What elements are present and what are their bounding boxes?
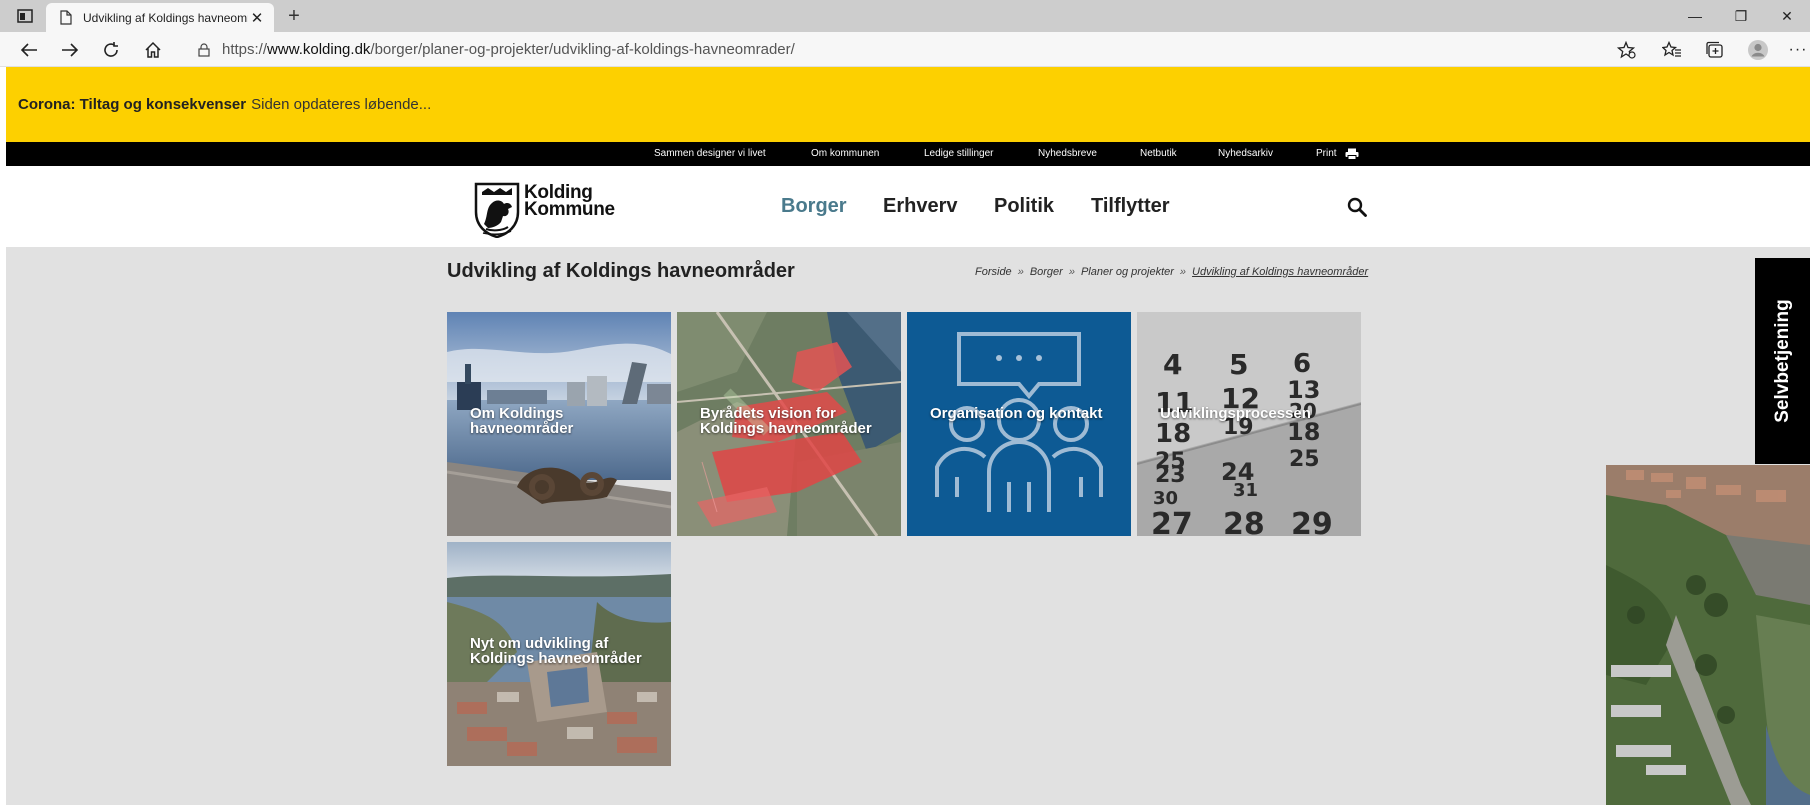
svg-text:18: 18	[1287, 418, 1320, 446]
corona-banner-title: Corona: Tiltag og konsekvenser	[18, 96, 247, 113]
utility-link-netbutik[interactable]: Netbutik	[1140, 142, 1177, 166]
kolding-logo[interactable]: Kolding Kommune	[474, 182, 615, 238]
main-nav-borger[interactable]: Borger	[781, 166, 847, 247]
home-button[interactable]	[138, 35, 168, 65]
favorites-button[interactable]	[1657, 36, 1687, 64]
main-nav-erhverv[interactable]: Erhverv	[883, 166, 958, 247]
svg-text:23: 23	[1155, 463, 1186, 488]
svg-text:28: 28	[1223, 507, 1265, 536]
forward-arrow-icon	[62, 43, 79, 57]
svg-text:25: 25	[1289, 447, 1320, 472]
city-aerial-photo	[1606, 465, 1810, 805]
browser-tab[interactable]: Udvikling af Koldings havneområ ✕	[46, 3, 274, 32]
svg-text:5: 5	[1229, 348, 1248, 381]
tab-title: Udvikling af Koldings havneområ	[83, 10, 248, 25]
search-icon	[1347, 197, 1367, 217]
collections-button[interactable]	[1700, 36, 1730, 64]
address-bar[interactable]: https://www.kolding.dk/borger/planer-og-…	[182, 36, 1602, 63]
more-icon: ···	[1788, 41, 1808, 58]
tab-actions-button[interactable]	[14, 6, 36, 26]
browser-toolbar: https://www.kolding.dk/borger/planer-og-…	[0, 32, 1810, 67]
selvbetjening-label: Selvbetjening	[1771, 299, 1793, 423]
add-favorite-button[interactable]	[1612, 36, 1642, 64]
refresh-icon	[104, 42, 118, 57]
search-button[interactable]	[1345, 195, 1369, 219]
utility-bar: Sammen designer vi livet Om kommunen Led…	[6, 142, 1810, 166]
back-button[interactable]	[14, 35, 44, 65]
page-viewport: Corona: Tiltag og konsekvenser Siden opd…	[6, 67, 1810, 805]
breadcrumb-forside[interactable]: Forside	[975, 266, 1012, 278]
tile-udviklingsprocessen[interactable]: 4 5 6 11 12 13 18 19 20 18 25 24 25 23 3…	[1137, 312, 1361, 536]
svg-text:29: 29	[1291, 507, 1333, 536]
collections-icon	[1706, 41, 1723, 58]
svg-text:27: 27	[1151, 507, 1193, 536]
tile-label: Nyt om udvikling af Koldings havneområde…	[470, 635, 642, 667]
corona-banner-text: Siden opdateres løbende...	[251, 96, 432, 113]
print-label: Print	[1316, 148, 1337, 159]
url-host: www.kolding.dk	[267, 41, 371, 58]
plus-icon: +	[288, 5, 300, 27]
refresh-button[interactable]	[96, 35, 126, 65]
utility-link-ledige-stillinger[interactable]: Ledige stillinger	[924, 142, 994, 166]
close-icon[interactable]: ✕	[248, 9, 266, 27]
breadcrumb-separator-icon: »	[1179, 266, 1187, 278]
svg-text:31: 31	[1233, 480, 1258, 501]
breadcrumb-separator-icon: »	[1068, 266, 1075, 278]
utility-link-sammen-designer[interactable]: Sammen designer vi livet	[654, 142, 766, 166]
printer-icon	[1345, 148, 1359, 160]
tile-organisation-og-kontakt[interactable]: Organisation og kontakt	[907, 312, 1131, 536]
breadcrumb-separator-icon: »	[1017, 266, 1024, 278]
more-button[interactable]: ···	[1786, 36, 1810, 64]
svg-text:30: 30	[1153, 488, 1178, 509]
tile-label: Udviklingsprocessen	[1160, 405, 1311, 422]
utility-link-nyhedsbreve[interactable]: Nyhedsbreve	[1038, 142, 1097, 166]
favorites-icon	[1662, 41, 1681, 57]
corona-banner[interactable]: Corona: Tiltag og konsekvenser Siden opd…	[6, 67, 1810, 142]
selvbetjening-tab[interactable]: Selvbetjening	[1755, 258, 1810, 464]
tile-om-koldings-havneomrader[interactable]: Om Koldings havneområder	[447, 312, 671, 536]
tile-label: Byrådets vision for Koldings havneområde…	[700, 405, 872, 437]
url-path: /borger/planer-og-projekter/udvikling-af…	[370, 41, 795, 58]
main-nav-politik[interactable]: Politik	[994, 166, 1054, 247]
calendar-photo: 4 5 6 11 12 13 18 19 20 18 25 24 25 23 3…	[1137, 312, 1361, 536]
print-link[interactable]: Print	[1316, 142, 1359, 166]
breadcrumb-current[interactable]: Udvikling af Koldings havneområder	[1192, 266, 1368, 278]
people-chat-icon	[935, 332, 1103, 512]
breadcrumb-borger[interactable]: Borger	[1030, 266, 1063, 278]
site-header: Kolding Kommune Borger Erhverv Politik T…	[6, 166, 1810, 247]
tile-nyt-om-udvikling[interactable]: Nyt om udvikling af Koldings havneområde…	[447, 542, 671, 766]
tile-byradets-vision[interactable]: Byrådets vision for Koldings havneområde…	[677, 312, 901, 536]
new-tab-button[interactable]: +	[282, 5, 306, 27]
breadcrumb: Forside » Borger » Planer og projekter »…	[975, 266, 1368, 278]
url-prefix: https://	[222, 41, 268, 58]
main-nav-tilflytter[interactable]: Tilflytter	[1091, 166, 1170, 247]
utility-link-om-kommunen[interactable]: Om kommunen	[811, 142, 879, 166]
minimize-icon[interactable]: —	[1672, 0, 1718, 32]
page-title: Udvikling af Koldings havneområder	[447, 260, 795, 282]
breadcrumb-planer[interactable]: Planer og projekter	[1081, 266, 1174, 278]
utility-link-nyhedsarkiv[interactable]: Nyhedsarkiv	[1218, 142, 1273, 166]
profile-button[interactable]	[1743, 36, 1773, 64]
browser-tab-bar: Udvikling af Koldings havneområ ✕ + — ❐ …	[0, 0, 1810, 32]
svg-text:4: 4	[1163, 348, 1182, 381]
forward-button[interactable]	[55, 35, 85, 65]
tile-label: Organisation og kontakt	[930, 405, 1103, 422]
profile-icon	[1748, 40, 1768, 60]
restore-icon[interactable]: ❐	[1718, 0, 1764, 32]
favorite-add-icon	[1617, 41, 1636, 59]
window-controls: — ❐ ✕	[1672, 0, 1810, 32]
back-arrow-icon	[20, 43, 37, 57]
coat-of-arms-icon	[474, 182, 520, 238]
tab-actions-icon	[17, 9, 33, 23]
tile-label: Om Koldings havneområder	[470, 405, 574, 437]
home-icon	[145, 41, 161, 58]
svg-text:18: 18	[1155, 419, 1191, 449]
page-icon	[58, 10, 74, 26]
window-close-icon[interactable]: ✕	[1764, 0, 1810, 32]
svg-text:6: 6	[1293, 349, 1311, 379]
logo-line-2: Kommune	[524, 199, 615, 220]
lock-icon	[196, 42, 212, 58]
